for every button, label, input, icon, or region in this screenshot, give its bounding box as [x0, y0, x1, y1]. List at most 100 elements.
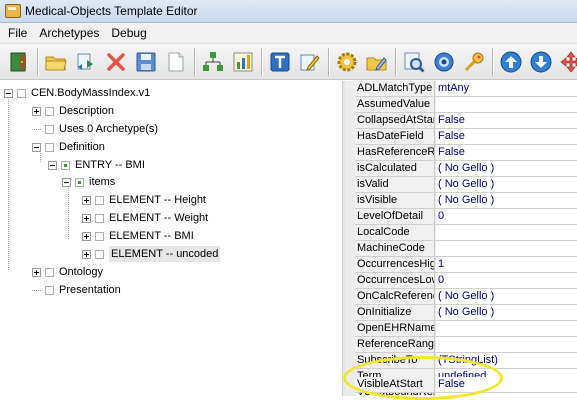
tree-node-element-height[interactable]: ELEMENT -- Height [82, 192, 206, 208]
tree-node-entry[interactable]: ENTRY -- BMI [48, 157, 145, 173]
menu-debug[interactable]: Debug [105, 26, 152, 40]
property-row[interactable]: HasReferenceRa False [355, 145, 577, 161]
property-row[interactable]: HasDateField False [355, 129, 577, 145]
arrow-up-icon[interactable] [498, 49, 524, 75]
title-bar: Medical-Objects Template Editor [0, 0, 577, 23]
property-value[interactable]: 1 [436, 257, 577, 272]
collapse-icon[interactable] [48, 160, 57, 170]
property-row[interactable]: ADLMatchType mtAny [355, 81, 577, 97]
node-checkbox[interactable] [95, 249, 104, 259]
property-row[interactable]: OnInitialize( No Gello ) [355, 305, 577, 321]
exit-icon[interactable] [6, 49, 32, 75]
property-row[interactable]: OpenEHRName [355, 321, 577, 337]
node-checkbox[interactable] [95, 195, 104, 205]
tree-node-description[interactable]: Description [32, 103, 114, 119]
property-row[interactable]: LevelOfDetail 0 [355, 209, 577, 225]
property-value[interactable] [436, 241, 577, 256]
expand-icon[interactable] [82, 213, 91, 223]
node-checkbox[interactable] [45, 106, 54, 116]
toolbar-separator [328, 47, 330, 76]
node-checkbox[interactable] [75, 177, 84, 187]
edit-icon[interactable] [297, 49, 323, 75]
tree-node-label: ENTRY -- BMI [75, 159, 145, 171]
menu-file[interactable]: File [2, 26, 33, 40]
inspect-icon[interactable] [401, 49, 427, 75]
node-checkbox[interactable] [45, 285, 54, 295]
text-icon[interactable] [267, 49, 293, 75]
property-value[interactable] [436, 337, 577, 352]
node-checkbox[interactable] [61, 160, 70, 170]
property-row[interactable]: AssumedValue [355, 97, 577, 113]
property-value[interactable] [436, 97, 577, 112]
property-value[interactable]: False [436, 113, 577, 128]
tree-connector [32, 289, 41, 291]
property-value[interactable]: False [436, 145, 577, 160]
property-row[interactable]: isValid( No Gello ) [355, 177, 577, 193]
tree-node-element-weight[interactable]: ELEMENT -- Weight [82, 210, 208, 226]
move-icon[interactable] [558, 49, 577, 75]
node-checkbox[interactable] [45, 124, 54, 134]
tree-node-label: Ontology [59, 266, 104, 278]
expand-icon[interactable] [82, 231, 91, 241]
tree-node-presentation[interactable]: Presentation [32, 282, 121, 298]
archetype-tree[interactable]: CEN.BodyMassIndex.v1 Description Uses 0 … [0, 81, 342, 396]
property-row[interactable]: CollapsedAtStart False [355, 113, 577, 129]
tree-node-root[interactable]: CEN.BodyMassIndex.v1 [4, 85, 150, 101]
property-row[interactable]: LocalCode [355, 225, 577, 241]
menu-archetypes[interactable]: Archetypes [33, 26, 105, 40]
property-value[interactable]: 0 [436, 273, 577, 288]
tree-node-uses[interactable]: Uses 0 Archetype(s) [32, 121, 158, 137]
circle-plus-icon[interactable] [431, 49, 457, 75]
new-archetype-icon[interactable] [73, 49, 99, 75]
property-value[interactable]: ( No Gello ) [436, 193, 577, 208]
property-row[interactable]: OccurrencesHigh 1 [355, 257, 577, 273]
tree-node-label: ELEMENT -- BMI [109, 230, 194, 242]
property-row[interactable]: ReferenceRange [355, 337, 577, 353]
tree-node-element-uncoded[interactable]: ELEMENT -- uncoded [82, 246, 221, 262]
tree-node-element-bmi[interactable]: ELEMENT -- BMI [82, 228, 194, 244]
tree-node-label: ELEMENT -- uncoded [109, 246, 221, 262]
tree-node-definition[interactable]: Definition [32, 139, 105, 155]
node-checkbox[interactable] [17, 88, 26, 98]
collapse-icon[interactable] [4, 88, 13, 98]
expand-icon[interactable] [82, 249, 91, 259]
toolbar-separator [395, 47, 397, 76]
node-checkbox[interactable] [45, 142, 54, 152]
property-value[interactable]: 0 [436, 209, 577, 224]
expand-icon[interactable] [82, 195, 91, 205]
property-name: OnInitialize [355, 305, 435, 320]
gear-icon[interactable] [334, 49, 360, 75]
node-checkbox[interactable] [95, 213, 104, 223]
property-value[interactable]: ( No Gello ) [436, 161, 577, 176]
new-page-icon[interactable] [163, 49, 189, 75]
tree-node-label: ELEMENT -- Weight [109, 212, 209, 224]
expand-icon[interactable] [32, 267, 41, 277]
property-value[interactable] [436, 225, 577, 240]
property-value[interactable]: ( No Gello ) [436, 305, 577, 320]
expand-icon[interactable] [32, 106, 41, 116]
key-icon[interactable] [461, 49, 487, 75]
property-value[interactable] [436, 321, 577, 336]
property-row[interactable]: OccurrencesLow 0 [355, 273, 577, 289]
property-row[interactable]: OnCalcReference( No Gello ) [355, 289, 577, 305]
edit-folder-icon[interactable] [364, 49, 390, 75]
tree-node-items[interactable]: items [62, 174, 115, 190]
property-value[interactable]: ( No Gello ) [436, 289, 577, 304]
open-folder-icon[interactable] [43, 49, 69, 75]
property-value[interactable]: mtAny [436, 81, 577, 96]
delete-icon[interactable] [103, 49, 129, 75]
collapse-icon[interactable] [62, 177, 71, 187]
property-row[interactable]: isVisible( No Gello ) [355, 193, 577, 209]
node-checkbox[interactable] [45, 267, 54, 277]
chart-icon[interactable] [230, 49, 256, 75]
arrow-down-icon[interactable] [528, 49, 554, 75]
hierarchy-icon[interactable] [200, 49, 226, 75]
save-icon[interactable] [133, 49, 159, 75]
property-value[interactable]: False [436, 129, 577, 144]
node-checkbox[interactable] [95, 231, 104, 241]
property-row[interactable]: isCalculated( No Gello ) [355, 161, 577, 177]
property-row[interactable]: MachineCode [355, 241, 577, 257]
tree-node-ontology[interactable]: Ontology [32, 264, 103, 280]
collapse-icon[interactable] [32, 142, 41, 152]
property-value[interactable]: ( No Gello ) [436, 177, 577, 192]
